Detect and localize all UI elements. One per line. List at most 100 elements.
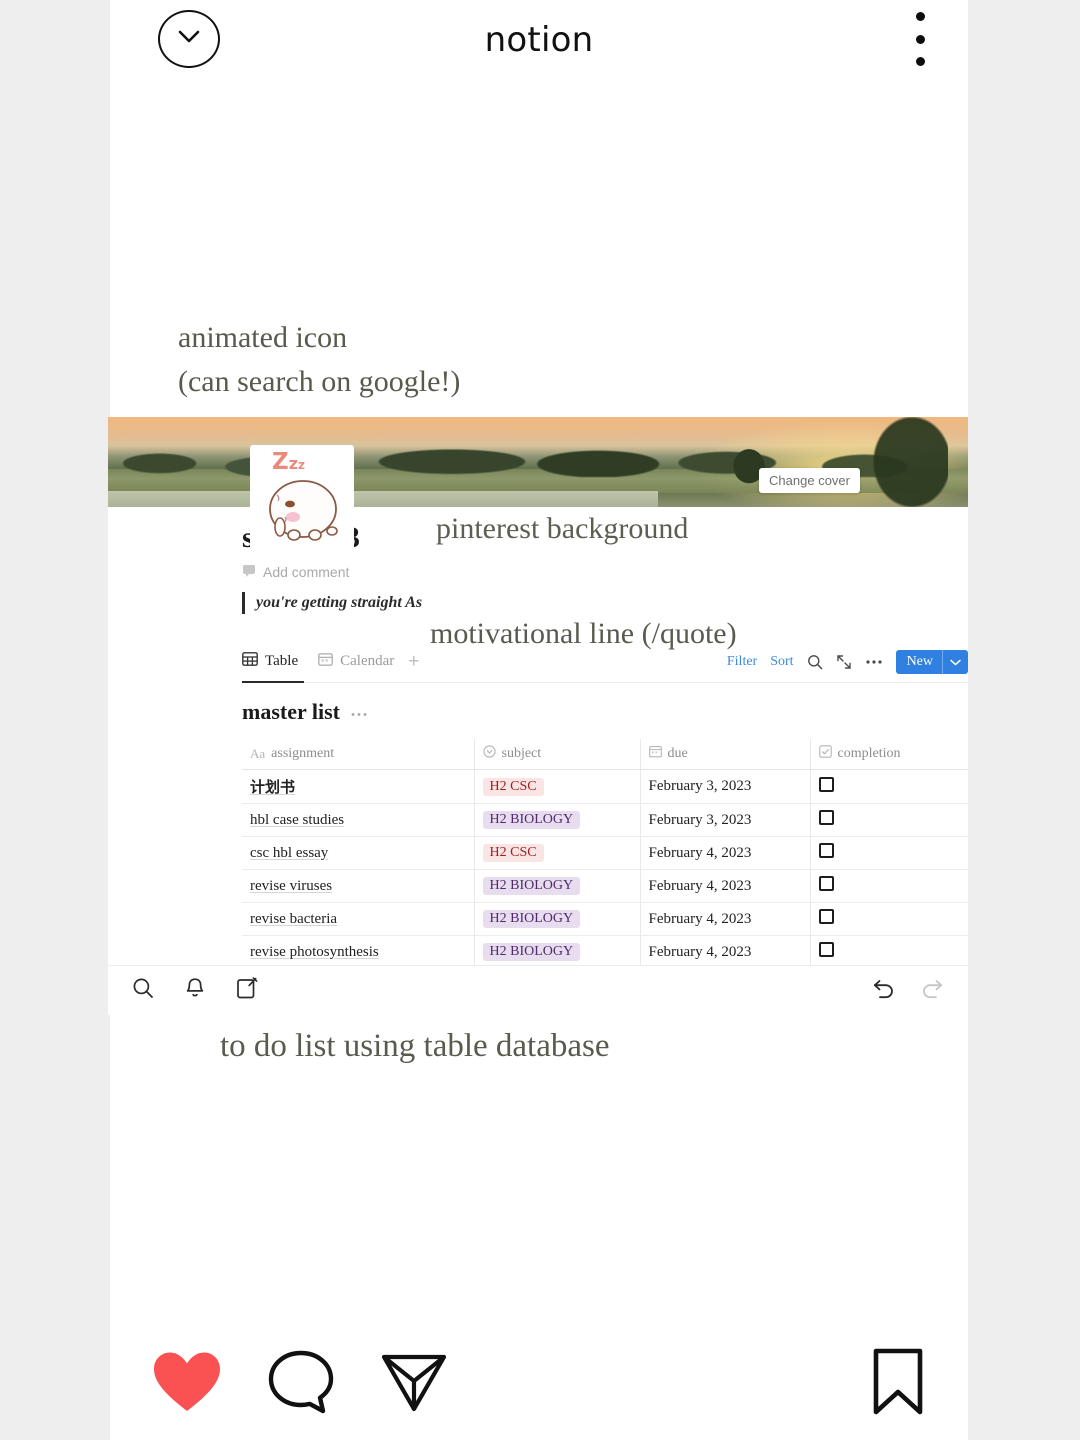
bookmark-icon[interactable] (870, 1348, 926, 1420)
cell-assignment[interactable]: revise photosynthesis (242, 935, 475, 969)
notion-cover-image[interactable]: Change cover (108, 417, 968, 507)
chevron-down-icon (178, 30, 200, 49)
column-label-due: due (667, 746, 688, 761)
zzz-mid: z (288, 454, 298, 473)
cell-completion[interactable] (810, 869, 968, 903)
completion-checkbox[interactable] (818, 909, 834, 924)
heart-icon[interactable] (152, 1350, 222, 1419)
database-view-tabs: Table Calendar + Filter Sort New (242, 650, 968, 683)
expand-arrows-icon[interactable] (836, 654, 852, 670)
table-row[interactable]: csc hbl essay H2 CSC February 4, 2023 (242, 836, 968, 870)
annotation-motivational-line: motivational line (/quote) (430, 617, 737, 650)
cell-due-date[interactable]: February 4, 2023 (640, 935, 811, 969)
new-record-button[interactable]: New (895, 650, 968, 674)
database-title[interactable]: master list (242, 699, 340, 725)
annotation-animated-icon: animated icon (can search on google!) (178, 316, 460, 404)
quote-bar (242, 592, 245, 614)
cell-due-date[interactable]: February 4, 2023 (640, 836, 811, 870)
cell-completion[interactable] (810, 769, 968, 804)
comment-bubble-icon[interactable] (268, 1350, 334, 1419)
quote-text: you're getting straight As (256, 594, 423, 611)
annotation-pinterest-background: pinterest background (436, 512, 689, 545)
subject-tag: H2 BIOLOGY (482, 811, 581, 829)
filter-button[interactable]: Filter (727, 654, 757, 670)
master-list-table: Aa assignment subject due completion 计划书… (242, 739, 968, 969)
cell-subject[interactable]: H2 BIOLOGY (474, 902, 641, 936)
mochi-body (269, 480, 338, 541)
date-property-icon (648, 745, 662, 763)
zzz-small: z (298, 458, 305, 472)
change-cover-button[interactable]: Change cover (759, 468, 860, 493)
back-button[interactable] (158, 10, 220, 68)
cell-completion[interactable] (810, 902, 968, 936)
cell-due-date[interactable]: February 3, 2023 (640, 769, 811, 804)
cell-completion[interactable] (810, 836, 968, 870)
cell-subject[interactable]: H2 BIOLOGY (474, 869, 641, 903)
annotation-line-1: animated icon (178, 321, 348, 354)
table-row[interactable]: hbl case studies H2 BIOLOGY February 3, 20… (242, 803, 968, 837)
cell-assignment[interactable]: revise viruses (242, 869, 475, 903)
cell-assignment[interactable]: csc hbl essay (242, 836, 475, 870)
tab-calendar[interactable]: Calendar (318, 652, 394, 673)
add-view-button[interactable]: + (408, 651, 419, 673)
completion-checkbox[interactable] (818, 843, 834, 858)
add-comment-button[interactable]: Add comment (242, 564, 968, 580)
column-header-assignment[interactable]: Aa assignment (242, 739, 475, 770)
cell-assignment[interactable]: revise bacteria (242, 902, 475, 936)
column-header-due[interactable]: due (640, 739, 811, 770)
table-row[interactable]: revise photosynthesis H2 BIOLOGY February … (242, 935, 968, 969)
subject-tag: H2 CSC (482, 777, 544, 796)
database-title-row: master list (242, 699, 968, 725)
cell-completion[interactable] (810, 803, 968, 837)
column-label-completion: completion (837, 746, 901, 761)
sleeping-mochi-icon[interactable]: Zzz (250, 445, 354, 549)
page-title: notion (484, 20, 594, 60)
column-header-completion[interactable]: completion (810, 739, 968, 770)
subject-tag: H2 BIOLOGY (482, 910, 581, 928)
cell-assignment[interactable]: 计划书 (242, 769, 475, 804)
undo-arrow-icon[interactable] (872, 977, 896, 1004)
chevron-down-icon[interactable] (943, 659, 968, 666)
search-icon[interactable] (132, 977, 154, 1004)
table-row[interactable]: revise viruses H2 BIOLOGY February 4, 2023 (242, 869, 968, 903)
redo-arrow-icon[interactable] (920, 977, 944, 1004)
compose-note-icon[interactable] (236, 976, 258, 1005)
database-menu-icon[interactable] (350, 702, 368, 722)
bell-icon[interactable] (184, 977, 206, 1005)
annotation-todo-list: to do list using table database (220, 1028, 610, 1064)
tab-table[interactable]: Table (242, 651, 298, 673)
table-header-row: Aa assignment subject due completion (242, 739, 968, 770)
cell-due-date[interactable]: February 3, 2023 (640, 803, 811, 837)
cell-completion[interactable] (810, 935, 968, 969)
notion-screenshot: Change cover Zzz school <3 (108, 417, 968, 1015)
completion-checkbox[interactable] (818, 810, 834, 825)
table-row[interactable]: revise bacteria H2 BIOLOGY February 4, 202… (242, 902, 968, 936)
search-icon[interactable] (807, 654, 823, 670)
cover-tree-right (828, 417, 948, 507)
new-record-label: New (906, 654, 933, 669)
calendar-view-icon (318, 652, 334, 671)
completion-checkbox[interactable] (818, 776, 834, 792)
add-comment-label: Add comment (263, 564, 350, 580)
kebab-menu-icon[interactable] (914, 12, 926, 66)
notion-bottom-bar (108, 965, 968, 1015)
more-options-icon[interactable] (865, 659, 883, 665)
cell-assignment[interactable]: hbl case studies (242, 803, 475, 837)
cell-due-date[interactable]: February 4, 2023 (640, 869, 811, 903)
speech-bubble-icon (242, 564, 256, 580)
cell-due-date[interactable]: February 4, 2023 (640, 902, 811, 936)
quote-block[interactable]: you're getting straight As (242, 592, 968, 614)
cell-subject[interactable]: H2 BIOLOGY (474, 803, 641, 837)
column-label-assignment: assignment (271, 746, 335, 761)
table-row[interactable]: 计划书 H2 CSC February 3, 2023 (242, 769, 968, 804)
table-body: 计划书 H2 CSC February 3, 2023 hbl case studie… (242, 769, 968, 969)
completion-checkbox[interactable] (818, 942, 834, 957)
column-header-subject[interactable]: subject (474, 739, 641, 770)
cell-subject[interactable]: H2 CSC (474, 836, 641, 870)
cell-subject[interactable]: H2 CSC (474, 769, 641, 804)
cell-subject[interactable]: H2 BIOLOGY (474, 935, 641, 969)
paper-plane-icon[interactable] (380, 1351, 448, 1418)
completion-checkbox[interactable] (818, 876, 834, 891)
sort-button[interactable]: Sort (770, 654, 793, 670)
database-toolbar: Filter Sort New (727, 650, 968, 674)
